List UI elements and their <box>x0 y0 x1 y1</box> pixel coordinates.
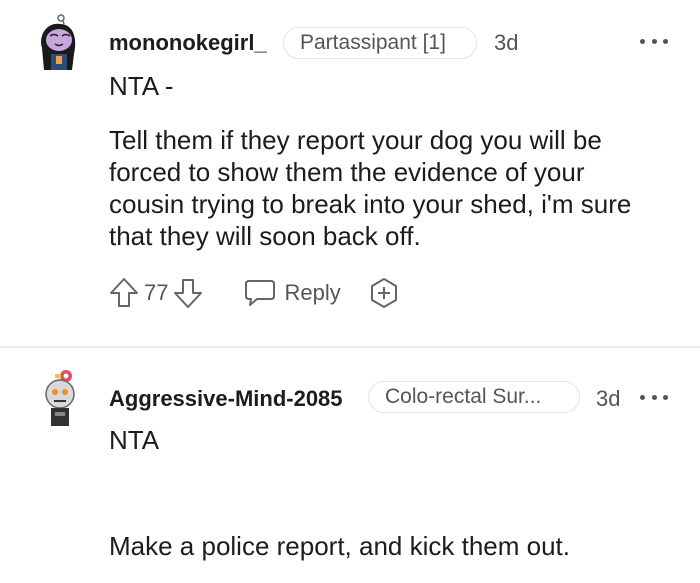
comment-line: forced to show them the evidence of your <box>109 157 585 187</box>
comment-2: Aggressive-Mind-2085 Colo-rectal Sur... … <box>0 348 700 583</box>
comment-username[interactable]: mononokegirl_ <box>109 30 267 56</box>
user-flair: Colo-rectal Sur... <box>368 381 580 413</box>
comment-username[interactable]: Aggressive-Mind-2085 <box>109 386 343 412</box>
more-options-icon[interactable] <box>640 36 668 46</box>
comment-body: NTA - Tell them if they report your dog … <box>109 70 679 252</box>
comment-actions: 77 Reply <box>108 276 401 310</box>
reply-label: Reply <box>284 280 341 305</box>
comment-line: Tell them if they report your dog you wi… <box>109 125 602 155</box>
comment-line: that they will soon back off. <box>109 221 421 251</box>
speech-bubble-icon <box>245 280 276 306</box>
user-flair: Partassipant [1] <box>283 27 477 59</box>
comment-thread: mononokegirl_ Partassipant [1] 3d NTA - … <box>0 0 700 583</box>
comment-age: 3d <box>494 30 519 55</box>
award-button[interactable] <box>367 276 401 310</box>
award-plus-icon <box>370 278 397 308</box>
user-avatar[interactable] <box>36 14 80 74</box>
reply-button[interactable]: Reply <box>244 278 341 308</box>
user-avatar[interactable] <box>40 370 84 430</box>
vote-count: 77 <box>144 280 169 305</box>
comment-body: NTA Make a police report, and kick them … <box>109 424 679 562</box>
downvote-arrow-icon[interactable] <box>172 276 204 310</box>
comment-line: NTA <box>109 425 160 455</box>
comment-1: mononokegirl_ Partassipant [1] 3d NTA - … <box>0 0 700 346</box>
upvote-arrow-icon[interactable] <box>108 276 140 310</box>
comment-age: 3d <box>596 386 621 411</box>
comment-line: NTA - <box>109 71 174 101</box>
comment-line: cousin trying to break into your shed, i… <box>109 189 632 219</box>
more-options-icon[interactable] <box>640 392 668 402</box>
comment-line: Make a police report, and kick them out. <box>109 531 571 561</box>
